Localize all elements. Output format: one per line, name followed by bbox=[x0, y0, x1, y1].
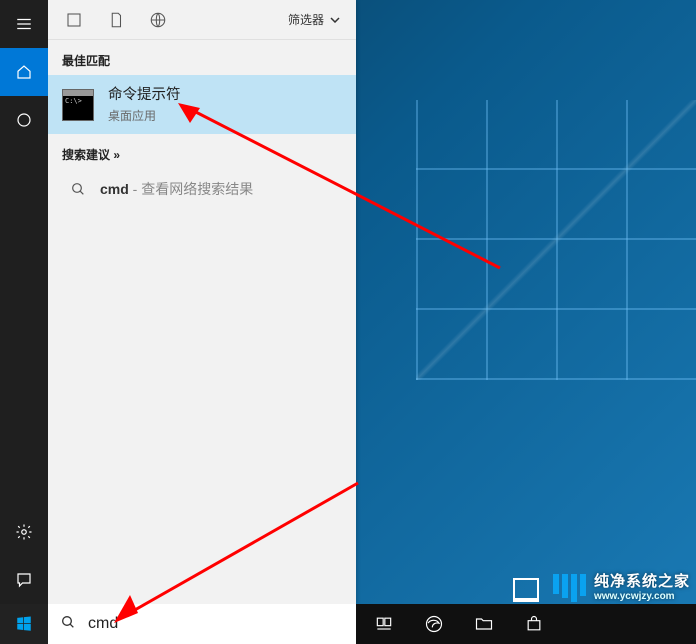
suggestions-header: 搜索建议 » bbox=[48, 134, 356, 169]
header-web-icon[interactable] bbox=[148, 10, 168, 30]
edge-button[interactable] bbox=[410, 604, 458, 644]
header-apps-icon[interactable] bbox=[64, 10, 84, 30]
taskbar bbox=[0, 604, 696, 644]
watermark-logo-bars bbox=[553, 574, 586, 602]
watermark-url: www.ycwjzy.com bbox=[594, 591, 690, 603]
search-sidebar bbox=[0, 0, 48, 604]
home-icon bbox=[15, 63, 33, 81]
sidebar-circle[interactable] bbox=[0, 96, 48, 144]
windows-logo-icon bbox=[15, 615, 33, 633]
hamburger-menu[interactable] bbox=[0, 0, 48, 48]
feedback-icon bbox=[15, 571, 33, 589]
sidebar-more[interactable] bbox=[0, 508, 48, 556]
gear-icon bbox=[15, 523, 33, 541]
circle-icon bbox=[15, 111, 33, 129]
sidebar-home[interactable] bbox=[0, 48, 48, 96]
web-suggestion[interactable]: cmd - 查看网络搜索结果 bbox=[48, 169, 356, 209]
task-view-button[interactable] bbox=[360, 604, 408, 644]
watermark-logo-house bbox=[511, 574, 545, 602]
start-button[interactable] bbox=[0, 604, 48, 644]
filter-dropdown[interactable]: 筛选器 bbox=[288, 11, 340, 28]
store-button[interactable] bbox=[510, 604, 558, 644]
search-header: 筛选器 bbox=[48, 0, 356, 40]
watermark-title: 纯净系统之家 bbox=[594, 573, 690, 590]
header-docs-icon[interactable] bbox=[106, 10, 126, 30]
search-icon bbox=[60, 614, 76, 635]
suggestion-text: cmd - 查看网络搜索结果 bbox=[100, 179, 253, 199]
explorer-button[interactable] bbox=[460, 604, 508, 644]
best-match-result[interactable]: 命令提示符 桌面应用 bbox=[48, 75, 356, 134]
store-icon bbox=[524, 614, 544, 634]
filter-label-text: 筛选器 bbox=[288, 11, 324, 28]
best-match-header: 最佳匹配 bbox=[48, 40, 356, 75]
menu-icon bbox=[15, 15, 33, 33]
taskbar-search[interactable] bbox=[48, 604, 356, 644]
edge-icon bbox=[424, 614, 444, 634]
search-input[interactable] bbox=[88, 615, 344, 633]
watermark: 纯净系统之家 www.ycwjzy.com bbox=[511, 573, 690, 602]
search-icon bbox=[70, 181, 86, 197]
task-view-icon bbox=[374, 614, 394, 634]
best-match-text: 命令提示符 桌面应用 bbox=[108, 85, 342, 124]
best-match-title: 命令提示符 bbox=[108, 85, 342, 105]
chevron-down-icon bbox=[330, 17, 340, 23]
search-results-panel: 筛选器 最佳匹配 命令提示符 桌面应用 搜索建议 » cmd - 查看网络搜索结… bbox=[48, 0, 356, 604]
best-match-subtitle: 桌面应用 bbox=[108, 107, 342, 124]
folder-icon bbox=[474, 614, 494, 634]
terminal-icon bbox=[62, 89, 94, 121]
sidebar-feedback[interactable] bbox=[0, 556, 48, 604]
